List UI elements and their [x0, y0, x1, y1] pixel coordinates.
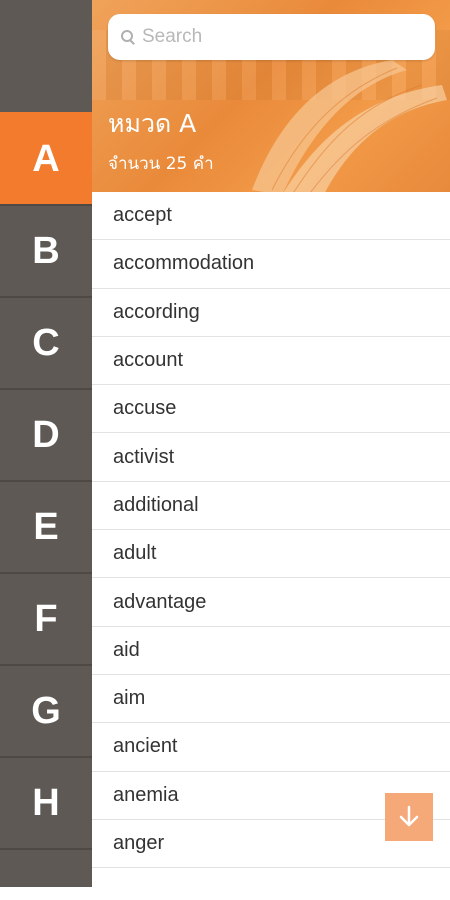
letter-d[interactable]: D: [0, 388, 92, 480]
list-item[interactable]: accuse: [92, 385, 450, 434]
letter-next-partial[interactable]: [0, 848, 92, 887]
list-item[interactable]: activist: [92, 433, 450, 482]
category-title: หมวด A: [108, 109, 197, 138]
list-item[interactable]: aid: [92, 627, 450, 675]
list-item[interactable]: accommodation: [92, 240, 450, 289]
list-item[interactable]: advantage: [92, 578, 450, 627]
alphabet-rail: A B C D E F G H: [0, 0, 92, 887]
letter-b[interactable]: B: [0, 204, 92, 296]
arrow-down-icon: [399, 805, 419, 827]
search-input[interactable]: [142, 26, 412, 48]
list-item[interactable]: according: [92, 289, 450, 337]
letter-h[interactable]: H: [0, 756, 92, 848]
letter-f[interactable]: F: [0, 572, 92, 664]
list-item[interactable]: account: [92, 337, 450, 386]
list-item[interactable]: aim: [92, 675, 450, 724]
list-item[interactable]: adult: [92, 530, 450, 579]
scroll-down-button[interactable]: [385, 793, 433, 841]
list-item[interactable]: additional: [92, 482, 450, 531]
letter-c[interactable]: C: [0, 296, 92, 388]
rail-top-spacer: [0, 0, 92, 112]
list-item[interactable]: ancient: [92, 723, 450, 772]
list-item-partial[interactable]: [92, 868, 450, 887]
letter-a[interactable]: A: [0, 112, 92, 204]
letter-g[interactable]: G: [0, 664, 92, 756]
category-header: หมวด A จำนวน 25 คำ: [92, 0, 450, 192]
letter-e[interactable]: E: [0, 480, 92, 572]
word-list: accept accommodation according account a…: [92, 192, 450, 887]
search-icon: [120, 29, 136, 45]
list-item[interactable]: accept: [92, 192, 450, 241]
search-bar[interactable]: [108, 14, 435, 60]
category-word-count: จำนวน 25 คำ: [108, 154, 214, 174]
bottom-edge: [0, 887, 450, 900]
open-book-illustration: [252, 60, 447, 192]
